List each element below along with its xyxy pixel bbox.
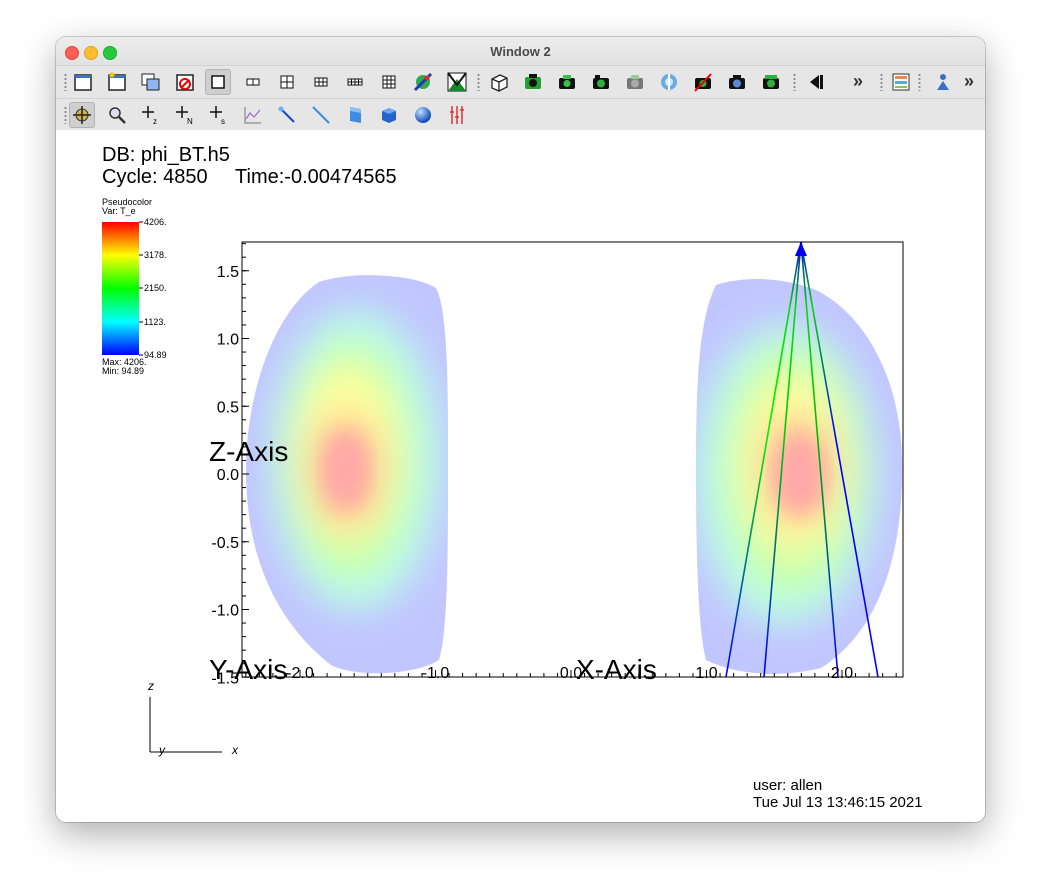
x-axis-title: X-Axis [576, 654, 657, 685]
navigate-icon[interactable] [69, 102, 95, 128]
camera-2-icon[interactable] [554, 69, 580, 95]
layout-3x3-icon[interactable] [376, 69, 402, 95]
layout-2x2-icon[interactable] [274, 69, 300, 95]
legend-tick-label: 1123. [144, 317, 166, 327]
view-cube-icon[interactable] [486, 69, 512, 95]
axis-restrict-icon[interactable] [444, 102, 470, 128]
camera-4-icon[interactable] [622, 69, 648, 95]
plot-canvas[interactable]: Pseudocolor Var: T_e 4206.3178.2150.1123… [56, 130, 985, 822]
curve-pick-icon[interactable] [240, 102, 266, 128]
window-frame-icon[interactable] [104, 69, 130, 95]
triad-x-label: x [231, 743, 239, 757]
toolbar-grip[interactable] [793, 73, 796, 91]
z-tick-label: -1.0 [211, 603, 239, 620]
zoom-icon[interactable] [104, 102, 130, 128]
camera-icon[interactable] [520, 69, 546, 95]
interaction-toolbar: z N s [56, 98, 985, 131]
user-label: user: allen [753, 777, 823, 794]
spin-mode-icon[interactable] [410, 69, 436, 95]
layout-1x2-icon[interactable] [240, 69, 266, 95]
toolbar-grip[interactable] [64, 73, 67, 91]
node-pick-icon[interactable]: N [172, 102, 198, 128]
camera-8-icon[interactable] [758, 69, 784, 95]
triad-y-label: y [158, 743, 166, 757]
z-tick-label: 0.0 [217, 467, 239, 484]
svg-text:N: N [187, 117, 193, 126]
app-window: Window 2 » » z N s DB: phi_BT.h5 Cycle: … [56, 37, 985, 822]
zone-pick-icon[interactable]: z [138, 102, 164, 128]
z-tick-label: 0.5 [217, 399, 239, 416]
legend-tick-label: 2150. [144, 283, 167, 293]
copy-window-icon[interactable] [138, 69, 164, 95]
svg-text:s: s [221, 117, 225, 126]
lock-icon[interactable] [444, 69, 470, 95]
triad-z-label: z [147, 679, 154, 693]
pseudocolor-region-left [246, 275, 448, 674]
toolbar-grip[interactable] [477, 73, 480, 91]
y-axis-title: Y-Axis [209, 654, 287, 685]
new-window-icon[interactable] [70, 69, 96, 95]
title-bar: Window 2 [56, 37, 985, 65]
date-label: Tue Jul 13 13:46:15 2021 [753, 794, 923, 811]
z-axis-title: Z-Axis [209, 436, 288, 467]
expand-toolbar-2-icon[interactable]: » [964, 71, 974, 92]
render-window[interactable]: DB: phi_BT.h5 Cycle: 4850 Time:-0.004745… [56, 130, 985, 822]
legend-min: Min: 94.89 [102, 366, 144, 376]
layout-2x3-icon[interactable] [308, 69, 334, 95]
layout-2x4-icon[interactable] [342, 69, 368, 95]
delete-window-icon[interactable] [172, 69, 198, 95]
step-back-icon[interactable] [802, 69, 828, 95]
box-tool-icon[interactable] [376, 102, 402, 128]
pick-arrow-icon[interactable] [274, 102, 300, 128]
z-tick-label: -0.5 [211, 535, 239, 552]
expand-toolbar-icon[interactable]: » [853, 71, 863, 92]
svg-text:z: z [153, 117, 157, 126]
pseudocolor-region-right [696, 278, 903, 674]
z-tick-label: 1.0 [217, 332, 239, 349]
axis-triad: z y x [147, 679, 239, 757]
toolbar-grip[interactable] [880, 73, 883, 91]
legend-ticks: 4206. 3178. 2150. 1123. 94.89 [139, 217, 167, 360]
toolbar-grip[interactable] [918, 73, 921, 91]
camera-6-icon[interactable] [690, 69, 716, 95]
colorbar [102, 222, 139, 355]
plot-list-icon[interactable] [888, 69, 914, 95]
plane-tool-icon[interactable] [342, 102, 368, 128]
legend-tick-label: 94.89 [144, 350, 167, 360]
legend-tick-label: 3178. [144, 250, 167, 260]
toolbar-grip[interactable] [64, 106, 67, 124]
camera-7-icon[interactable] [724, 69, 750, 95]
chord-apex [795, 242, 807, 256]
camera-5-icon[interactable] [656, 69, 682, 95]
layout-1x1-icon[interactable] [205, 69, 231, 95]
window-title: Window 2 [490, 44, 551, 59]
spreadsheet-pick-icon[interactable]: s [206, 102, 232, 128]
lineout-icon[interactable] [308, 102, 334, 128]
legend-tick-label: 4206. [144, 217, 167, 227]
sphere-tool-icon[interactable] [410, 102, 436, 128]
camera-3-icon[interactable] [588, 69, 614, 95]
main-toolbar: » » [56, 65, 985, 98]
z-tick-label: 1.5 [217, 264, 239, 281]
legend-var: Var: T_e [102, 206, 136, 216]
operator-icon[interactable] [930, 69, 956, 95]
